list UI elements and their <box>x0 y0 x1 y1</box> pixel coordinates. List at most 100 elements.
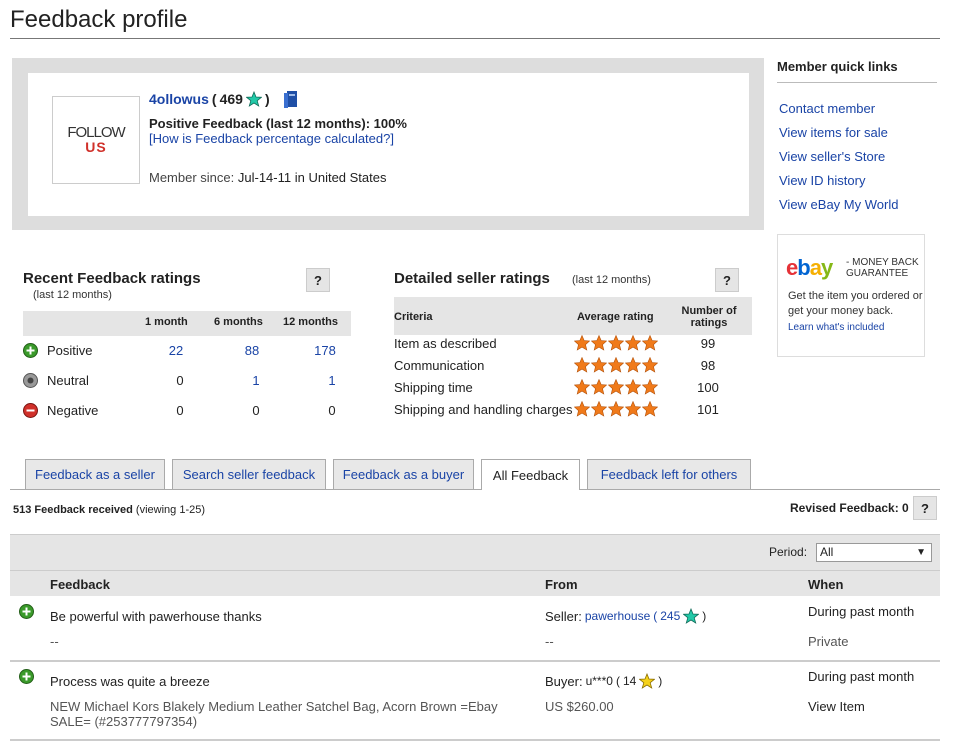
rating-star-icon <box>574 357 590 373</box>
positive-12-months[interactable]: 178 <box>305 343 345 358</box>
dsr-shipping-time: Shipping time <box>394 380 473 395</box>
rating-star-icon <box>608 379 624 395</box>
period-label: Period: <box>769 545 808 559</box>
score-open: ( <box>211 91 217 107</box>
logo-text-top: FOLLOW <box>67 124 125 141</box>
neutral-1-month: 0 <box>176 373 184 388</box>
dsr-stars-shipping-time <box>574 379 658 395</box>
view-id-history-link[interactable]: View ID history <box>779 173 865 188</box>
col-12-months: 12 months <box>283 316 339 328</box>
ebay-logo: ebay <box>786 255 833 280</box>
rating-star-icon <box>642 379 658 395</box>
feedback-from: Seller: pawerhouse ( 245 ) <box>545 608 706 624</box>
col-1-month: 1 month <box>145 316 188 328</box>
rating-star-icon <box>574 379 590 395</box>
dsr-count-shipping-charges: 101 <box>697 402 719 417</box>
feedback-count: 513 Feedback received (viewing 1-25) <box>13 504 205 516</box>
store-book-icon[interactable] <box>283 89 299 109</box>
member-since-label: Member since: <box>149 170 235 185</box>
tab-feedback-as-buyer[interactable]: Feedback as a buyer <box>333 459 474 489</box>
recent-ratings-title: Recent Feedback ratings <box>23 270 201 287</box>
view-item-link[interactable]: View Item <box>808 699 865 714</box>
tab-feedback-left-for-others[interactable]: Feedback left for others <box>587 459 751 489</box>
col-feedback: Feedback <box>50 577 110 592</box>
view-my-world-link[interactable]: View eBay My World <box>779 197 898 212</box>
recent-ratings-help-button[interactable]: ? <box>306 268 330 292</box>
rating-star-icon <box>625 401 641 417</box>
positive-icon <box>23 343 38 358</box>
from-score[interactable]: 245 <box>660 609 680 623</box>
feedback-received-count: 513 Feedback received <box>13 504 133 516</box>
username-link[interactable]: 4ollowus <box>149 91 209 107</box>
from-score-close: ) <box>658 674 663 688</box>
feedback-when: During past month <box>808 604 915 619</box>
positive-1-month[interactable]: 22 <box>156 343 196 358</box>
negative-label: Negative <box>47 403 99 418</box>
turquoise-star-icon[interactable] <box>683 608 700 624</box>
rating-star-icon <box>591 379 607 395</box>
positive-icon <box>19 604 34 619</box>
dsr-count-shipping-time: 100 <box>697 380 719 395</box>
view-sellers-store-link[interactable]: View seller's Store <box>779 149 885 164</box>
tab-feedback-as-seller[interactable]: Feedback as a seller <box>25 459 165 489</box>
tab-all-feedback[interactable]: All Feedback <box>481 459 580 490</box>
how-feedback-calculated-link[interactable]: [How is Feedback percentage calculated?] <box>149 131 394 146</box>
feedback-item: NEW Michael Kors Blakely Medium Leather … <box>50 699 498 729</box>
positive-label: Positive <box>47 343 93 358</box>
rating-star-icon <box>642 335 658 351</box>
dsr-stars-shipping-charges <box>574 401 658 417</box>
from-role: Seller: <box>545 608 582 624</box>
row-divider <box>10 739 940 741</box>
feedback-private: Private <box>808 634 849 649</box>
dsr-shipping-charges: Shipping and handling charges <box>394 402 573 417</box>
period-select[interactable]: All ▼ <box>816 543 932 562</box>
neutral-12-months[interactable]: 1 <box>312 373 352 388</box>
rating-star-icon <box>591 335 607 351</box>
recent-ratings-subtitle: (last 12 months) <box>33 289 112 301</box>
quick-links-divider <box>777 82 937 83</box>
guarantee-tagline: - MONEY BACK GUARANTEE <box>846 257 919 279</box>
neutral-label: Neutral <box>47 373 89 388</box>
period-select-value: All <box>820 545 834 559</box>
logo-text-bottom: US <box>85 139 107 155</box>
col-average-rating: Average rating <box>577 311 654 323</box>
col-number-of-ratings: Number of ratings <box>681 305 737 329</box>
negative-12-months: 0 <box>328 403 336 418</box>
chevron-down-icon: ▼ <box>916 547 926 558</box>
username-row: 4ollowus ( 469 ) <box>149 89 299 109</box>
tab-search-seller-feedback[interactable]: Search seller feedback <box>172 459 326 489</box>
feedback-price: -- <box>545 634 554 649</box>
rating-star-icon <box>642 401 658 417</box>
neutral-icon <box>23 373 38 388</box>
rating-star-icon <box>608 335 624 351</box>
col-when: When <box>808 577 844 592</box>
dsr-count-item-as-described: 99 <box>700 336 716 351</box>
rating-star-icon <box>625 379 641 395</box>
dsr-communication: Communication <box>394 358 485 373</box>
contact-member-link[interactable]: Contact member <box>779 101 875 116</box>
neutral-6-months[interactable]: 1 <box>236 373 276 388</box>
from-username-link[interactable]: pawerhouse <box>585 609 650 623</box>
view-items-for-sale-link[interactable]: View items for sale <box>779 125 888 140</box>
rating-star-icon <box>574 335 590 351</box>
turquoise-star-icon[interactable] <box>245 91 262 107</box>
feedback-price: US $260.00 <box>545 699 614 714</box>
positive-6-months[interactable]: 88 <box>232 343 272 358</box>
from-role: Buyer: <box>545 673 583 689</box>
dsr-title: Detailed seller ratings <box>394 270 550 287</box>
feedback-comment: Process was quite a breeze <box>50 674 210 689</box>
rating-star-icon <box>642 357 658 373</box>
member-since: Member since: Jul-14-11 in United States <box>149 170 387 185</box>
rating-star-icon <box>591 357 607 373</box>
revised-feedback-help-button[interactable]: ? <box>913 496 937 520</box>
col-from: From <box>545 577 578 592</box>
feedback-score: 469 <box>219 91 243 107</box>
positive-feedback-percentage: Positive Feedback (last 12 months): 100% <box>149 116 407 131</box>
col-criteria: Criteria <box>394 311 433 323</box>
dsr-help-button[interactable]: ? <box>715 268 739 292</box>
from-score-close: ) <box>702 609 707 623</box>
rating-star-icon <box>608 357 624 373</box>
learn-whats-included-link[interactable]: Learn what's included <box>788 322 884 333</box>
yellow-star-icon[interactable] <box>639 673 656 689</box>
feedback-from: Buyer: u***0 ( 14 ) <box>545 673 662 689</box>
